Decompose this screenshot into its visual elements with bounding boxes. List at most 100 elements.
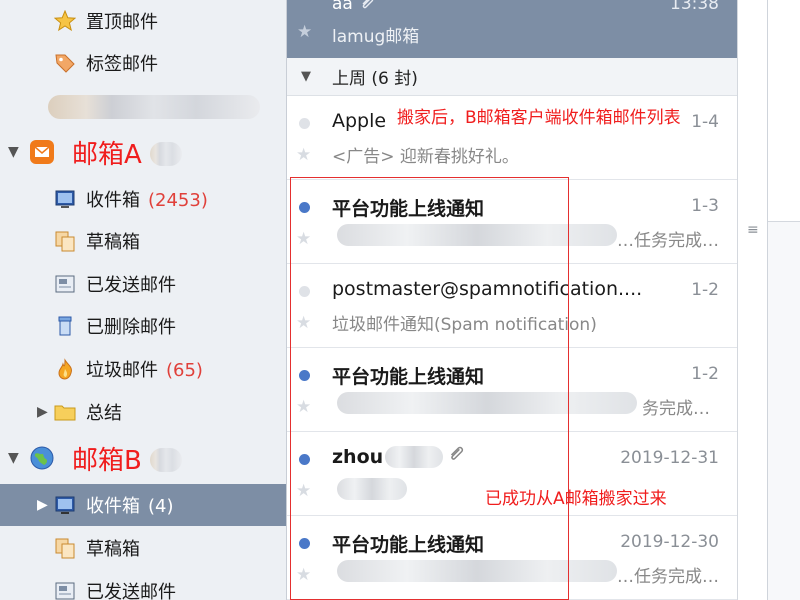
- star-icon[interactable]: ★: [296, 313, 311, 333]
- account-a-name: 邮箱A: [72, 139, 142, 170]
- mail-date: 1-2: [691, 364, 719, 384]
- chevron-down-icon[interactable]: ▼: [8, 144, 19, 160]
- mail-sender: 平台功能上线通知: [332, 366, 485, 388]
- inbox-icon: [54, 494, 76, 516]
- sidebar-item-label: 置顶邮件: [86, 12, 158, 33]
- star-icon[interactable]: ★: [296, 229, 311, 249]
- mail-sender: zhou: [332, 446, 384, 468]
- mail-subject: lamug邮箱: [332, 27, 420, 47]
- paperclip-icon: [447, 446, 465, 468]
- redacted-subject: [337, 392, 637, 414]
- fire-icon: [54, 358, 76, 380]
- sent-icon: [54, 273, 76, 295]
- mail-item[interactable]: 平台功能上线通知 1-3 ★ …任务完成…: [287, 180, 737, 264]
- redacted-account-bar: [150, 142, 182, 166]
- mail-item[interactable]: 平台功能上线通知 1-2 ★ 务完成…: [287, 348, 737, 432]
- group-header[interactable]: ▼ 上周 (6 封): [287, 58, 737, 96]
- mail-subject: …任务完成…: [617, 231, 719, 251]
- inbox-icon: [54, 188, 76, 210]
- star-icon[interactable]: ★: [296, 481, 311, 501]
- unread-status-dot[interactable]: [299, 538, 310, 549]
- mail-date: 2019-12-31: [620, 448, 719, 468]
- account-a[interactable]: ▼ 邮箱A: [0, 130, 286, 174]
- mail-date: 1-3: [691, 196, 719, 216]
- sidebar-item-label: 草稿箱: [86, 232, 140, 253]
- sidebar-item-label: 收件箱: [86, 190, 140, 211]
- account-b[interactable]: ▼ 邮箱B: [0, 436, 286, 480]
- mail-item[interactable]: postmaster@spamnotification.... 1-2 ★ 垃圾…: [287, 264, 737, 348]
- redacted-subject: [337, 560, 617, 582]
- chevron-down-icon[interactable]: ▼: [8, 450, 19, 466]
- redacted-account-bar: [150, 448, 182, 472]
- unread-count: (65): [166, 360, 203, 381]
- mail-sender: postmaster@spamnotification....: [332, 278, 643, 300]
- star-icon[interactable]: ★: [296, 397, 311, 417]
- sidebar-item-drafts-a[interactable]: 草稿箱: [0, 220, 286, 262]
- sidebar-item-junk-a[interactable]: 垃圾邮件 (65): [0, 348, 286, 390]
- star-icon[interactable]: ★: [296, 565, 311, 585]
- mail-subject: …任务完成…: [617, 567, 719, 587]
- tag-icon: [54, 52, 76, 74]
- sent-icon: [54, 580, 76, 600]
- folder-sidebar: 置顶邮件 标签邮件 ▼ 邮箱A 收件箱 (2453) 草稿箱 已发送邮件 已删除…: [0, 0, 287, 600]
- mail-sender: 平台功能上线通知: [332, 198, 485, 220]
- unread-status-dot[interactable]: [299, 202, 310, 213]
- sidebar-item-text: 收件箱 (2453): [86, 186, 208, 212]
- drag-handle-icon[interactable]: ≡: [747, 222, 759, 238]
- mail-date: 2019-12-30: [620, 532, 719, 552]
- read-status-dot[interactable]: [299, 286, 310, 297]
- chevron-right-icon[interactable]: ▶: [37, 404, 48, 420]
- mail-subject: 垃圾邮件通知(Spam notification): [332, 315, 597, 335]
- redacted-sender: [385, 446, 443, 468]
- drafts-icon: [54, 230, 76, 252]
- mail-subject: 务完成…: [642, 399, 710, 419]
- star-icon[interactable]: ★: [296, 145, 311, 165]
- sidebar-item-inbox-b[interactable]: ▶ 收件箱 (4): [0, 484, 286, 526]
- unread-status-dot[interactable]: [299, 454, 310, 465]
- mail-date: 1-2: [691, 280, 719, 300]
- drafts-icon: [54, 537, 76, 559]
- sidebar-item-pinned[interactable]: 置顶邮件: [0, 0, 286, 42]
- mail-date: 13:38: [670, 0, 719, 14]
- mail-subject: <广告> 迎新春挑好礼。: [332, 147, 519, 167]
- unread-count: (4): [148, 496, 174, 517]
- sidebar-item-label: 收件箱: [86, 496, 140, 517]
- sidebar-item-tagged[interactable]: 标签邮件: [0, 42, 286, 84]
- sidebar-item-label: 标签邮件: [86, 54, 158, 75]
- sidebar-item-inbox-a[interactable]: 收件箱 (2453): [0, 178, 286, 220]
- read-status-dot[interactable]: [299, 118, 310, 129]
- sidebar-item-summary-a[interactable]: ▶ 总结: [0, 391, 286, 433]
- mail-item-selected[interactable]: aa 13:38 ★ lamug邮箱: [287, 0, 737, 58]
- annotation-top: 搬家后，B邮箱客户端收件箱邮件列表: [397, 108, 681, 128]
- sidebar-item-label: 已发送邮件: [86, 275, 176, 296]
- reading-pane: [767, 0, 800, 600]
- sidebar-item-label: 草稿箱: [86, 539, 140, 560]
- mail-sender: Apple: [332, 110, 387, 132]
- unread-count: (2453): [148, 190, 208, 211]
- mail-list: aa 13:38 ★ lamug邮箱 ▼ 上周 (6 封) Apple 1-4 …: [287, 0, 737, 600]
- mail-item[interactable]: 平台功能上线通知 2019-12-30 ★ …任务完成…: [287, 516, 737, 600]
- paperclip-icon: [359, 0, 375, 16]
- sidebar-item-sent-a[interactable]: 已发送邮件: [0, 263, 286, 305]
- sidebar-item-text: 收件箱 (4): [86, 492, 174, 518]
- unread-status-dot[interactable]: [299, 370, 310, 381]
- sidebar-item-label: 已删除邮件: [86, 317, 176, 338]
- group-header-label: 上周 (6 封): [332, 69, 418, 89]
- sidebar-item-sent-b[interactable]: 已发送邮件: [0, 570, 286, 600]
- sidebar-item-label: 垃圾邮件: [86, 360, 158, 381]
- sidebar-item-label: 总结: [86, 403, 122, 424]
- sidebar-item-drafts-b[interactable]: 草稿箱: [0, 527, 286, 569]
- star-icon[interactable]: ★: [297, 22, 312, 42]
- chevron-right-icon[interactable]: ▶: [37, 497, 48, 513]
- redacted-subject: [337, 224, 617, 246]
- sidebar-item-label: 已发送邮件: [86, 582, 176, 600]
- account-b-name: 邮箱B: [72, 445, 142, 476]
- chevron-down-icon[interactable]: ▼: [301, 69, 311, 84]
- annotation-bottom: 已成功从A邮箱搬家过来: [485, 489, 667, 509]
- globe-icon: [29, 445, 55, 471]
- sidebar-item-deleted-a[interactable]: 已删除邮件: [0, 305, 286, 347]
- star-icon: [54, 10, 76, 32]
- sidebar-item-text: 垃圾邮件 (65): [86, 356, 203, 382]
- mail-account-icon: [29, 139, 55, 165]
- pane-divider[interactable]: ≡: [737, 0, 767, 600]
